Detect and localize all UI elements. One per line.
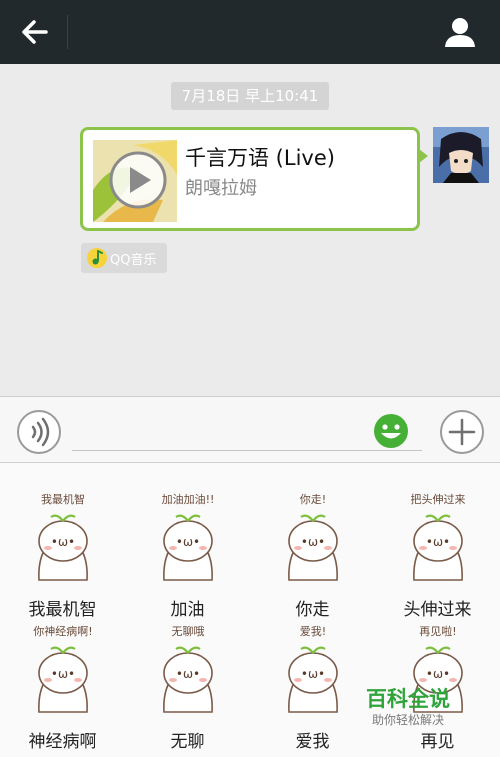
sticker-face: •ω• [426,667,450,681]
sticker-face: •ω• [51,535,75,549]
sticker-caption: 我最机智 [41,492,85,506]
sticker-caption: 无聊哦 [172,624,205,638]
music-source-tag[interactable]: QQ音乐 [81,243,167,273]
sticker-caption: 你神经病啊! [33,624,92,638]
sticker-blush [324,678,332,682]
sticker-item[interactable]: 我最机智 •ω• 我最机智 [0,473,125,620]
sticker-blush [169,546,177,550]
qq-music-icon [87,248,107,268]
sticker-image: 把头伸过来 •ω• [411,492,466,581]
sticker-blush [199,546,207,550]
sticker-face: •ω• [176,535,200,549]
watermark-title: 百科全说 [366,687,450,711]
sticker-label: 无聊 [170,732,205,752]
plus-icon [448,418,476,446]
sticker-label: 爱我 [295,732,330,752]
sticker-blush [419,546,427,550]
sticker-item[interactable]: 加油加油!! •ω• 加油 [125,473,250,620]
sticker-blush [294,678,302,682]
sticker-image: 你神经病啊! •ω• [33,624,93,713]
sticker-item[interactable]: 你走! •ω• 你走 [250,473,375,620]
song-title: 千言万语 (Live) [185,146,335,170]
sticker-item[interactable]: 无聊哦 •ω• 无聊 [125,605,250,752]
album-cover[interactable] [93,140,177,222]
music-message-card[interactable]: 千言万语 (Live) 朗嘎拉姆 [80,127,428,231]
sticker-caption: 爱我! [300,625,326,638]
voice-input-button[interactable] [17,410,61,454]
person-icon [445,18,475,47]
chat-area[interactable]: 7月18日 早上10:41 千言万语 (Live) 朗嘎拉姆 QQ音乐 [0,64,500,396]
sticker-blush [199,678,207,682]
smiley-icon [374,414,408,448]
sticker-item[interactable]: 把头伸过来 •ω• 头伸过来 [375,473,500,620]
sticker-blush [169,678,177,682]
sticker-caption: 你走! [300,493,326,506]
sticker-caption: 加油加油!! [162,492,215,506]
sticker-sprout [425,646,451,654]
music-source-label: QQ音乐 [110,253,157,268]
arrow-left-icon [22,20,48,44]
sticker-image: 无聊哦 •ω• [163,624,213,713]
sticker-blush [44,678,52,682]
play-icon [93,140,177,222]
sticker-image: 你走! •ω• [288,493,338,581]
sticker-label: 再见 [420,732,455,752]
anime-avatar-image [433,127,489,183]
sticker-blush [44,546,52,550]
bubble-tail [419,149,428,163]
back-button[interactable] [14,14,54,50]
sticker-sprout [300,514,326,522]
sticker-image: 加油加油!! •ω• [162,492,215,581]
emoji-button[interactable] [373,413,409,449]
message-timestamp: 7月18日 早上10:41 [171,82,329,110]
sticker-sprout [50,646,76,654]
sticker-item[interactable]: 爱我! •ω• 爱我 [250,605,375,752]
sticker-sprout [50,514,76,522]
sticker-sprout [175,646,201,654]
sticker-sprout [425,514,451,522]
input-bar [0,396,500,463]
message-input[interactable] [72,413,422,451]
sticker-blush [294,546,302,550]
song-artist: 朗嘎拉姆 [185,178,257,199]
sticker-sprout [300,646,326,654]
sticker-item[interactable]: 你神经病啊! •ω• 神经病啊 [0,605,125,752]
sticker-blush [74,678,82,682]
sticker-blush [74,546,82,550]
watermark: 百科全说 助你轻松解决 [360,680,470,730]
more-options-button[interactable] [440,410,484,454]
sticker-image: 爱我! •ω• [288,625,338,713]
sticker-face: •ω• [301,667,325,681]
sticker-caption: 把头伸过来 [411,492,466,506]
sticker-caption: 再见啦! [419,624,456,638]
topbar-divider [67,15,68,49]
chat-info-button[interactable] [440,12,480,52]
top-bar [0,0,500,64]
sticker-face: •ω• [426,535,450,549]
sticker-label: 神经病啊 [28,732,97,752]
sticker-sprout [175,514,201,522]
sticker-blush [324,546,332,550]
voice-icon [31,417,50,447]
sender-avatar[interactable] [433,127,489,183]
sticker-face: •ω• [301,535,325,549]
sticker-blush [449,546,457,550]
sticker-face: •ω• [51,667,75,681]
sticker-image: 我最机智 •ω• [38,492,88,581]
watermark-subtitle: 助你轻松解决 [372,713,445,727]
sticker-face: •ω• [176,667,200,681]
